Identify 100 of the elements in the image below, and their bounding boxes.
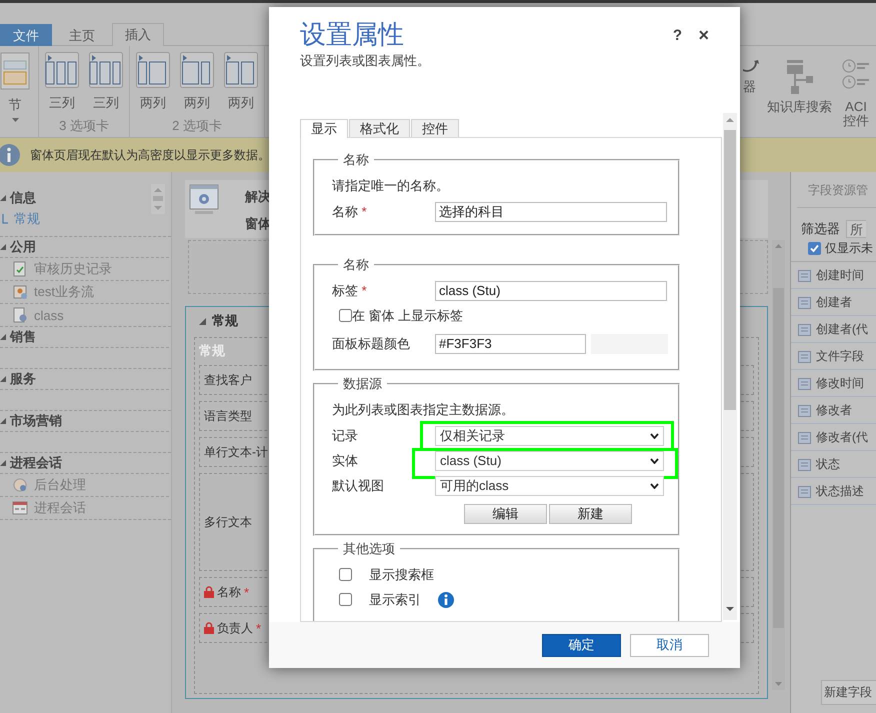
caret-icon xyxy=(650,482,659,488)
new-field-button[interactable]: 新建字段 xyxy=(821,680,876,705)
entity-icon xyxy=(12,477,28,493)
field-label: 面板标题颜色 xyxy=(332,334,411,352)
group-label: 3 选项卡 xyxy=(58,117,110,135)
field-label: 查找客户 xyxy=(204,372,252,388)
ribbon-button[interactable]: 三列 xyxy=(89,52,123,117)
field-item[interactable]: 创建者(代 xyxy=(816,320,868,338)
hierarchy-icon xyxy=(784,58,814,94)
ribbon-tab[interactable]: 主页 xyxy=(56,24,108,46)
field-icon xyxy=(798,296,811,308)
instruction-text: 请指定唯一的名称。 xyxy=(332,177,450,195)
dialog-subtitle: 设置列表或图表属性。 xyxy=(300,52,431,70)
required-mark: * xyxy=(256,620,262,636)
field-label: 语言类型 xyxy=(204,408,252,424)
entity-icon xyxy=(12,500,28,516)
field-item[interactable]: 修改时间 xyxy=(816,374,864,392)
field-item[interactable]: 创建时间 xyxy=(816,266,864,284)
ribbon-button[interactable]: 节 xyxy=(0,52,32,122)
expand-triangle-icon xyxy=(0,244,6,250)
field-label: 记录 xyxy=(332,426,359,444)
section-title: 常规 xyxy=(212,312,238,330)
checkbox-label: 在 窗体 上显示标签 xyxy=(352,306,464,324)
text-field[interactable]: 选择的科目 xyxy=(435,202,667,222)
section-header: 公用 xyxy=(10,238,36,256)
field-icon xyxy=(798,350,811,362)
dialog-tab[interactable]: 显示 xyxy=(300,119,348,138)
dropdown-field[interactable]: 仅相关记录 xyxy=(435,426,664,446)
field-label: 标签 * xyxy=(332,282,368,300)
info-message: 窗体页眉现在默认为高密度以显示更多数据。 xyxy=(30,146,270,164)
action-button[interactable]: 新建 xyxy=(549,504,632,524)
field-icon xyxy=(798,484,811,498)
entity-icon xyxy=(12,284,28,300)
ribbon-button[interactable]: 三列 xyxy=(45,52,79,117)
ribbon-button[interactable]: 两列 xyxy=(224,52,258,117)
ribbon-button[interactable]: 器 xyxy=(743,58,759,137)
field-label: 实体 xyxy=(332,452,359,470)
field-item[interactable]: 文件字段 xyxy=(816,348,864,364)
field-label: 负责人 xyxy=(217,620,253,636)
form-settings-icon xyxy=(189,184,219,216)
action-button[interactable]: 编辑 xyxy=(464,504,547,524)
group-legend: 其他选项 xyxy=(338,540,400,558)
field-icon xyxy=(798,404,811,416)
group-label: 2 选项卡 xyxy=(171,117,223,135)
field-item[interactable]: 修改者 xyxy=(816,402,852,418)
ribbon-button[interactable]: 两列 xyxy=(180,52,214,117)
dropdown-field[interactable]: class (Stu) xyxy=(435,450,664,470)
ok-button[interactable]: 确定 xyxy=(542,634,621,656)
field-label: 名称 * xyxy=(332,202,368,220)
column-layout-icon xyxy=(180,52,214,88)
field-item[interactable]: 创建者 xyxy=(816,294,852,310)
field-label: 单行文本-计 xyxy=(204,444,268,460)
expand-triangle-icon xyxy=(0,460,6,466)
field-icon xyxy=(798,322,811,336)
scrollbar-icon xyxy=(772,240,785,690)
checkbox-label: 仅显示未 xyxy=(825,240,873,257)
section-header: 销售 xyxy=(10,328,36,346)
required-mark: * xyxy=(244,584,250,600)
filter-dropdown[interactable]: 所 xyxy=(846,220,866,238)
ribbon-tab[interactable]: 插入 xyxy=(112,23,164,46)
text-field[interactable]: class (Stu) xyxy=(435,280,667,300)
section-header: 进程会话 xyxy=(10,454,62,472)
group-legend: 数据源 xyxy=(338,375,387,393)
tree-branch-icon xyxy=(2,214,8,224)
dialog-tab[interactable]: 格式化 xyxy=(349,119,410,137)
field-icon xyxy=(798,458,811,470)
field-icon xyxy=(798,430,811,444)
dropdown-field[interactable]: 可用的class xyxy=(435,476,664,496)
field-label: 名称 xyxy=(217,584,241,600)
expand-triangle-icon xyxy=(0,195,6,201)
option-label: 显示索引 xyxy=(369,590,421,608)
close-button[interactable]: × xyxy=(698,25,709,46)
group-legend: 名称 xyxy=(338,256,374,274)
ribbon-button[interactable]: 知识库搜索 xyxy=(767,58,832,137)
color-field[interactable]: #F3F3F3 xyxy=(435,334,586,354)
field-item[interactable]: 状态描述 xyxy=(816,482,864,500)
section-header: 服务 xyxy=(10,370,36,388)
dialog-tab[interactable]: 控件 xyxy=(411,119,459,137)
dialog-title: 设置属性 xyxy=(300,19,404,49)
caret-icon xyxy=(650,432,659,438)
collapse-triangle-icon xyxy=(199,318,206,324)
help-button[interactable]: ? xyxy=(672,27,682,44)
column-layout-icon xyxy=(45,52,79,88)
column-layout-icon xyxy=(89,52,123,88)
section-header: 市场营销 xyxy=(10,412,62,430)
field-item[interactable]: 修改者(代 xyxy=(816,428,868,446)
expand-triangle-icon xyxy=(0,376,6,382)
ribbon-button[interactable]: ACI 控件 xyxy=(842,58,870,137)
caret-icon xyxy=(650,458,659,464)
group-legend: 名称 xyxy=(338,151,374,169)
instruction-text: 为此列表或图表指定主数据源。 xyxy=(332,401,515,419)
panel-title: 字段资源管 xyxy=(797,172,876,208)
ribbon-button[interactable]: 两列 xyxy=(136,52,170,117)
option-label: 显示搜索框 xyxy=(369,566,434,584)
ribbon-tab[interactable]: 文件 xyxy=(0,24,52,46)
info-icon xyxy=(0,143,22,167)
header-text: 解决 xyxy=(245,188,271,206)
cancel-button[interactable]: 取消 xyxy=(630,634,709,656)
field-label: 默认视图 xyxy=(332,476,385,494)
field-item[interactable]: 状态 xyxy=(816,456,840,472)
